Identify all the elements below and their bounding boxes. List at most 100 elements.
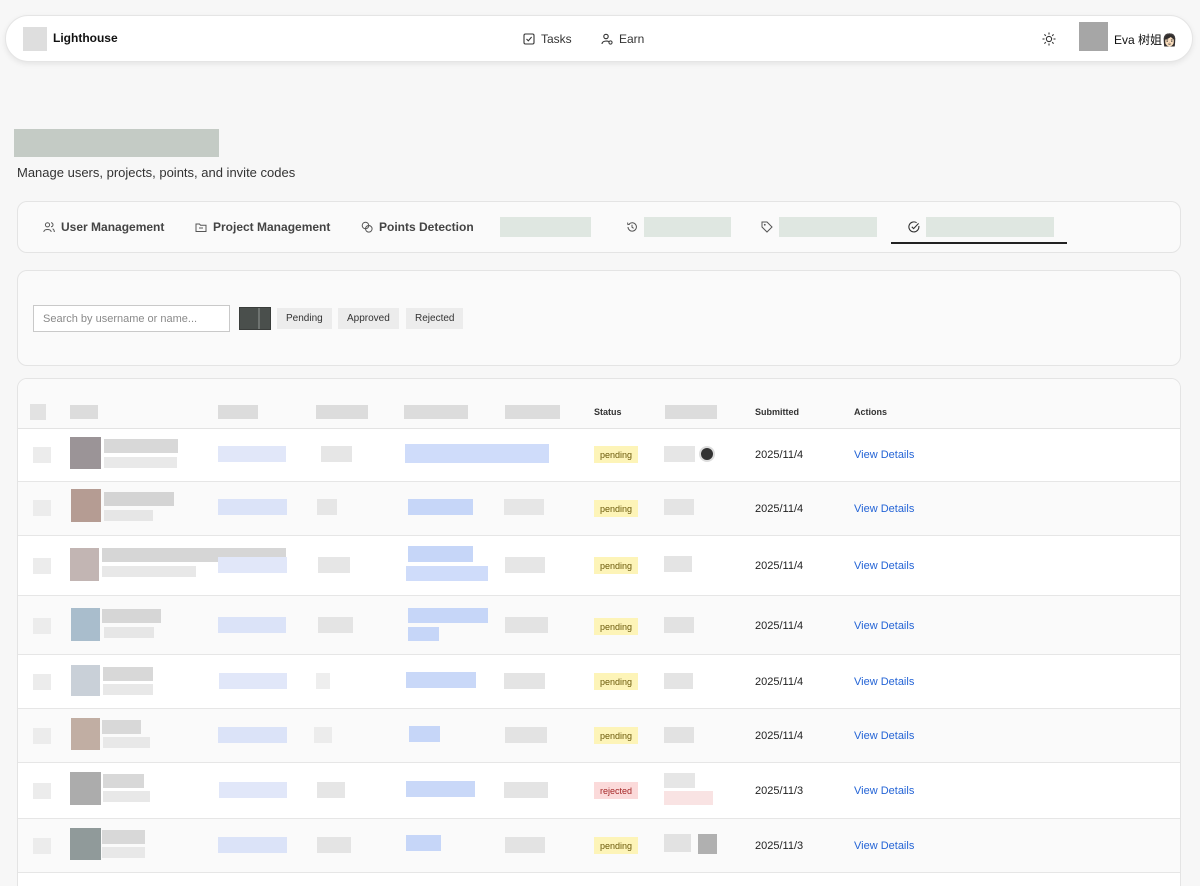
row-text-redacted bbox=[664, 727, 694, 743]
row-text-redacted bbox=[664, 446, 695, 462]
row-checkbox[interactable] bbox=[33, 558, 51, 574]
row-link-redacted[interactable] bbox=[409, 726, 440, 742]
view-details-link[interactable]: View Details bbox=[854, 620, 914, 632]
header-redacted bbox=[316, 405, 368, 419]
nav-tasks-label: Tasks bbox=[541, 32, 572, 46]
history-icon bbox=[627, 222, 637, 232]
table-row: pending 2025/11/4 View Details bbox=[18, 482, 1180, 536]
row-thumbnail bbox=[70, 548, 99, 581]
row-checkbox[interactable] bbox=[33, 783, 51, 799]
view-details-link[interactable]: View Details bbox=[854, 785, 914, 797]
search-input[interactable] bbox=[33, 305, 230, 332]
view-details-link[interactable]: View Details bbox=[854, 676, 914, 688]
filter-card: Pending Approved Rejected bbox=[17, 270, 1181, 366]
tab-project-management[interactable]: Project Management bbox=[195, 214, 330, 240]
row-checkbox[interactable] bbox=[33, 500, 51, 516]
submitted-date: 2025/11/4 bbox=[755, 620, 804, 632]
row-text-redacted bbox=[104, 510, 153, 521]
header-actions: Actions bbox=[854, 407, 888, 417]
row-link-redacted[interactable] bbox=[408, 499, 473, 515]
user-coin-icon bbox=[601, 33, 613, 45]
row-text-redacted bbox=[664, 499, 694, 515]
row-text-redacted bbox=[218, 727, 287, 743]
tab-history[interactable] bbox=[626, 214, 731, 240]
row-text-redacted bbox=[664, 834, 691, 852]
checkbox-icon bbox=[523, 33, 535, 45]
view-details-link[interactable]: View Details bbox=[854, 840, 914, 852]
status-badge: pending bbox=[594, 500, 639, 517]
row-checkbox[interactable] bbox=[33, 674, 51, 690]
tab-points-detection[interactable]: Points Detection bbox=[361, 214, 474, 240]
row-text-redacted bbox=[103, 684, 153, 695]
logo-icon[interactable] bbox=[23, 27, 47, 51]
row-checkbox[interactable] bbox=[33, 838, 51, 854]
table-row: pending 2025/11/3 View Details bbox=[18, 819, 1180, 873]
sun-icon[interactable] bbox=[1042, 32, 1056, 46]
nav-earn-link[interactable]: Earn bbox=[601, 29, 644, 49]
row-text-redacted bbox=[664, 556, 692, 572]
user-name[interactable]: Eva 树姐👩🏻 bbox=[1114, 31, 1177, 48]
view-details-link[interactable]: View Details bbox=[854, 503, 914, 515]
row-text-redacted bbox=[218, 617, 286, 633]
row-text-redacted bbox=[102, 566, 196, 577]
view-details-link[interactable]: View Details bbox=[854, 449, 914, 461]
filter-pending-button[interactable]: Pending bbox=[277, 308, 332, 329]
row-text-redacted bbox=[219, 782, 287, 798]
row-link-redacted[interactable] bbox=[406, 672, 476, 688]
tab-redacted-1[interactable] bbox=[500, 214, 591, 240]
row-thumbnail bbox=[70, 772, 101, 805]
row-link-redacted[interactable] bbox=[408, 546, 473, 562]
view-details-link[interactable]: View Details bbox=[854, 730, 914, 742]
page-title-redacted bbox=[14, 129, 219, 157]
filter-all-button[interactable] bbox=[239, 307, 271, 330]
tab-active-review[interactable] bbox=[908, 214, 1054, 240]
row-text-redacted bbox=[103, 791, 150, 802]
row-text-redacted bbox=[505, 557, 545, 573]
header-redacted bbox=[218, 405, 258, 419]
row-link-redacted[interactable] bbox=[408, 608, 488, 623]
row-checkbox[interactable] bbox=[33, 447, 51, 463]
coins-icon bbox=[361, 221, 373, 233]
tab-user-management[interactable]: User Management bbox=[43, 214, 164, 240]
tab-points-detection-label: Points Detection bbox=[379, 220, 474, 234]
row-text-redacted bbox=[504, 673, 545, 689]
row-text-redacted bbox=[104, 492, 174, 506]
row-text-redacted bbox=[219, 673, 287, 689]
header-redacted bbox=[665, 405, 717, 419]
table-row: pending 2025/11/4 View Details bbox=[18, 596, 1180, 655]
brand-name[interactable]: Lighthouse bbox=[53, 31, 118, 45]
select-all-checkbox[interactable] bbox=[30, 404, 46, 420]
row-thumbnail bbox=[71, 608, 100, 641]
tab-tags[interactable] bbox=[761, 214, 877, 240]
status-badge: pending bbox=[594, 727, 639, 744]
avatar[interactable] bbox=[1079, 22, 1108, 51]
row-link-redacted[interactable] bbox=[406, 835, 441, 851]
view-details-link[interactable]: View Details bbox=[854, 560, 914, 572]
row-checkbox[interactable] bbox=[33, 728, 51, 744]
row-text-redacted bbox=[321, 446, 352, 462]
row-checkbox[interactable] bbox=[33, 618, 51, 634]
row-text-redacted bbox=[317, 499, 337, 515]
row-text-redacted bbox=[104, 457, 177, 468]
nav-tasks-link[interactable]: Tasks bbox=[523, 29, 572, 49]
top-navbar: Lighthouse Tasks Earn Eva 树姐👩🏻 bbox=[5, 15, 1193, 62]
row-link-redacted[interactable] bbox=[405, 444, 549, 463]
filter-rejected-button[interactable]: Rejected bbox=[406, 308, 464, 329]
tab-user-management-label: User Management bbox=[61, 220, 165, 234]
row-link-redacted[interactable] bbox=[406, 781, 475, 797]
row-link-redacted[interactable] bbox=[406, 566, 488, 581]
row-text-redacted bbox=[664, 617, 694, 633]
row-link-redacted[interactable] bbox=[408, 627, 439, 641]
row-text-redacted bbox=[102, 609, 161, 623]
row-text-redacted bbox=[102, 830, 145, 844]
submitted-date: 2025/11/4 bbox=[755, 449, 804, 461]
submissions-table: Status Submitted Actions pending 2025/11… bbox=[17, 378, 1181, 886]
filter-approved-button[interactable]: Approved bbox=[338, 308, 399, 329]
row-text-redacted bbox=[316, 673, 330, 689]
row-text-redacted bbox=[102, 720, 141, 734]
status-badge: rejected bbox=[594, 782, 639, 799]
row-thumbnail bbox=[71, 718, 100, 750]
status-badge: pending bbox=[594, 618, 639, 635]
folder-icon bbox=[195, 223, 207, 232]
header-redacted bbox=[404, 405, 468, 419]
